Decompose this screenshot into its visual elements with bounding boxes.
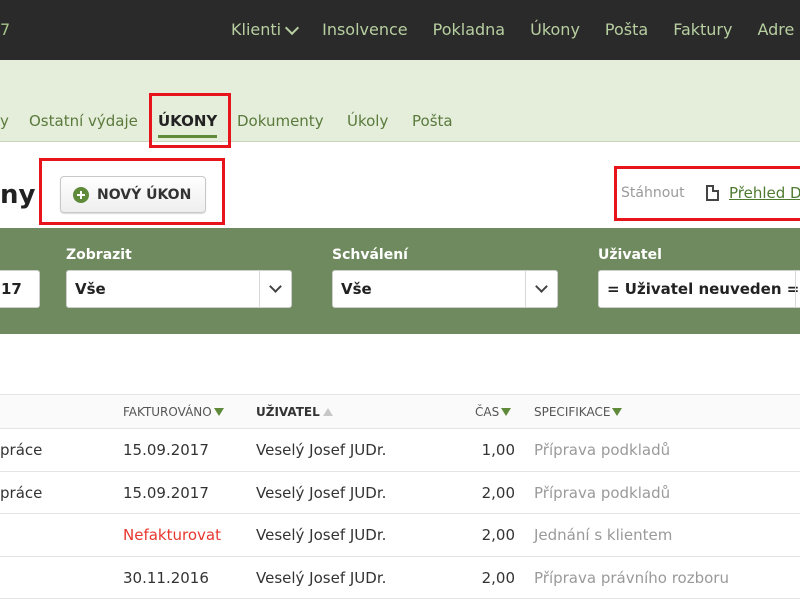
row-invoiced: 15.09.2017 [123, 441, 209, 459]
table-row[interactable]: 30.11.2016 Veselý Josef JUDr. 2,00 Přípr… [0, 557, 800, 599]
row-spec: Jednání s klientem [534, 526, 673, 544]
col-uzivatel-label: UŽIVATEL [256, 405, 320, 419]
col-fakturovano-label: FAKTUROVÁNO [123, 405, 212, 419]
app-title-fragment: 7 [0, 20, 11, 39]
sort-desc-icon [501, 408, 512, 416]
row-time: 2,00 [481, 483, 515, 502]
active-tab-indicator [158, 135, 218, 138]
nav-item-label: Pokladna [432, 20, 506, 39]
col-cas-label: ČAS [475, 405, 500, 419]
nav-item-klienti[interactable]: Klienti [231, 20, 300, 39]
tab-dokumenty[interactable]: Dokumenty [237, 112, 324, 130]
nav-item-label: Úkony [530, 20, 580, 39]
new-ukon-button[interactable]: NOVÝ ÚKON [60, 176, 206, 213]
zobrazit-value: Vše [75, 280, 106, 298]
row-time: 2,00 [481, 526, 515, 544]
download-overview-link[interactable]: Přehled D [729, 184, 800, 202]
download-label: Stáhnout [621, 185, 685, 201]
chevron-down-icon [795, 271, 800, 307]
col-specifikace-label: SPECIFIKACE [534, 405, 611, 419]
col-cas[interactable]: ČAS [475, 405, 512, 419]
new-ukon-button-label: NOVÝ ÚKON [97, 186, 192, 203]
table-row[interactable]: Nefakturovat Veselý Josef JUDr. 2,00 Jed… [0, 514, 800, 557]
plus-circle-icon [73, 186, 89, 203]
uzivatel-select[interactable]: = Uživatel neuveden = [598, 270, 800, 308]
nav-item-label: Klienti [231, 20, 282, 39]
nav-item-label: Faktury [673, 20, 733, 39]
chevron-down-icon [525, 271, 557, 307]
table-header: FAKTUROVÁNO UŽIVATEL ČAS SPECIFIKACE [0, 394, 800, 429]
date-filter-value: 17 [1, 280, 22, 298]
row-time: 2,00 [481, 568, 515, 587]
sort-asc-icon [322, 408, 333, 416]
nav-item-ukony[interactable]: Úkony [530, 20, 580, 39]
row-spec: Příprava podkladů [534, 441, 671, 459]
tab-previous[interactable]: y [0, 112, 9, 130]
row-type: práce [0, 441, 43, 459]
col-specifikace[interactable]: SPECIFIKACE [534, 405, 623, 419]
nav-item-label: Pošta [604, 20, 649, 39]
row-invoiced: 30.11.2016 [123, 568, 209, 587]
uzivatel-label: Uživatel [598, 247, 662, 263]
nav-item-label: Adre [757, 20, 795, 39]
tab-ostatni-vydaje[interactable]: Ostatní výdaje [29, 112, 138, 130]
top-navigation: 7 Klienti Insolvence Pokladna Úkony Pošt… [0, 0, 800, 60]
filter-bar: 17 Zobrazit Vše Schválení Vše Uživatel =… [0, 228, 800, 334]
row-invoiced: Nefakturovat [123, 526, 221, 544]
nav-item-insolvence[interactable]: Insolvence [322, 20, 408, 39]
nav-item-posta[interactable]: Pošta [605, 20, 648, 39]
uzivatel-value: = Uživatel neuveden = [607, 280, 800, 298]
col-fakturovano[interactable]: FAKTUROVÁNO [123, 405, 224, 419]
table-row[interactable]: práce 15.09.2017 Veselý Josef JUDr. 1,00… [0, 429, 800, 472]
sort-desc-icon [213, 408, 224, 416]
date-filter-input[interactable]: 17 [0, 270, 40, 308]
nav-item-label: Insolvence [322, 20, 408, 39]
zobrazit-label: Zobrazit [66, 247, 132, 263]
table-row[interactable]: práce 15.09.2017 Veselý Josef JUDr. 2,00… [0, 472, 800, 514]
tab-ukoly[interactable]: Úkoly [347, 112, 388, 130]
schvaleni-value: Vše [341, 280, 372, 298]
chevron-down-icon [259, 271, 291, 307]
row-user: Veselý Josef JUDr. [256, 526, 387, 544]
row-invoiced: 15.09.2017 [123, 483, 209, 502]
nav-item-adresar[interactable]: Adre [757, 20, 794, 39]
row-type: práce [0, 483, 43, 502]
sort-desc-icon [612, 408, 623, 416]
zobrazit-select[interactable]: Vše [66, 270, 292, 308]
document-icon [706, 185, 719, 201]
tab-posta[interactable]: Pošta [412, 112, 453, 130]
row-spec: Příprava právního rozboru [534, 568, 729, 587]
sub-navigation: y Ostatní výdaje ÚKONY Dokumenty Úkoly P… [0, 60, 800, 142]
page-title: ny [0, 180, 36, 210]
schvaleni-select[interactable]: Vše [332, 270, 558, 308]
tab-label: ÚKONY [158, 112, 218, 130]
row-user: Veselý Josef JUDr. [256, 568, 387, 587]
main-nav: Klienti Insolvence Pokladna Úkony Pošta … [231, 20, 800, 39]
tab-ukony[interactable]: ÚKONY [158, 112, 218, 138]
nav-item-pokladna[interactable]: Pokladna [433, 20, 505, 39]
chevron-down-icon [285, 20, 300, 35]
row-time: 1,00 [481, 441, 515, 459]
row-spec: Příprava podkladů [534, 483, 671, 502]
row-user: Veselý Josef JUDr. [256, 441, 387, 459]
row-user: Veselý Josef JUDr. [256, 483, 387, 502]
col-uzivatel[interactable]: UŽIVATEL [256, 405, 333, 419]
ukony-table: FAKTUROVÁNO UŽIVATEL ČAS SPECIFIKACE prá… [0, 394, 800, 599]
nav-item-faktury[interactable]: Faktury [673, 20, 732, 39]
schvaleni-label: Schválení [332, 247, 408, 263]
